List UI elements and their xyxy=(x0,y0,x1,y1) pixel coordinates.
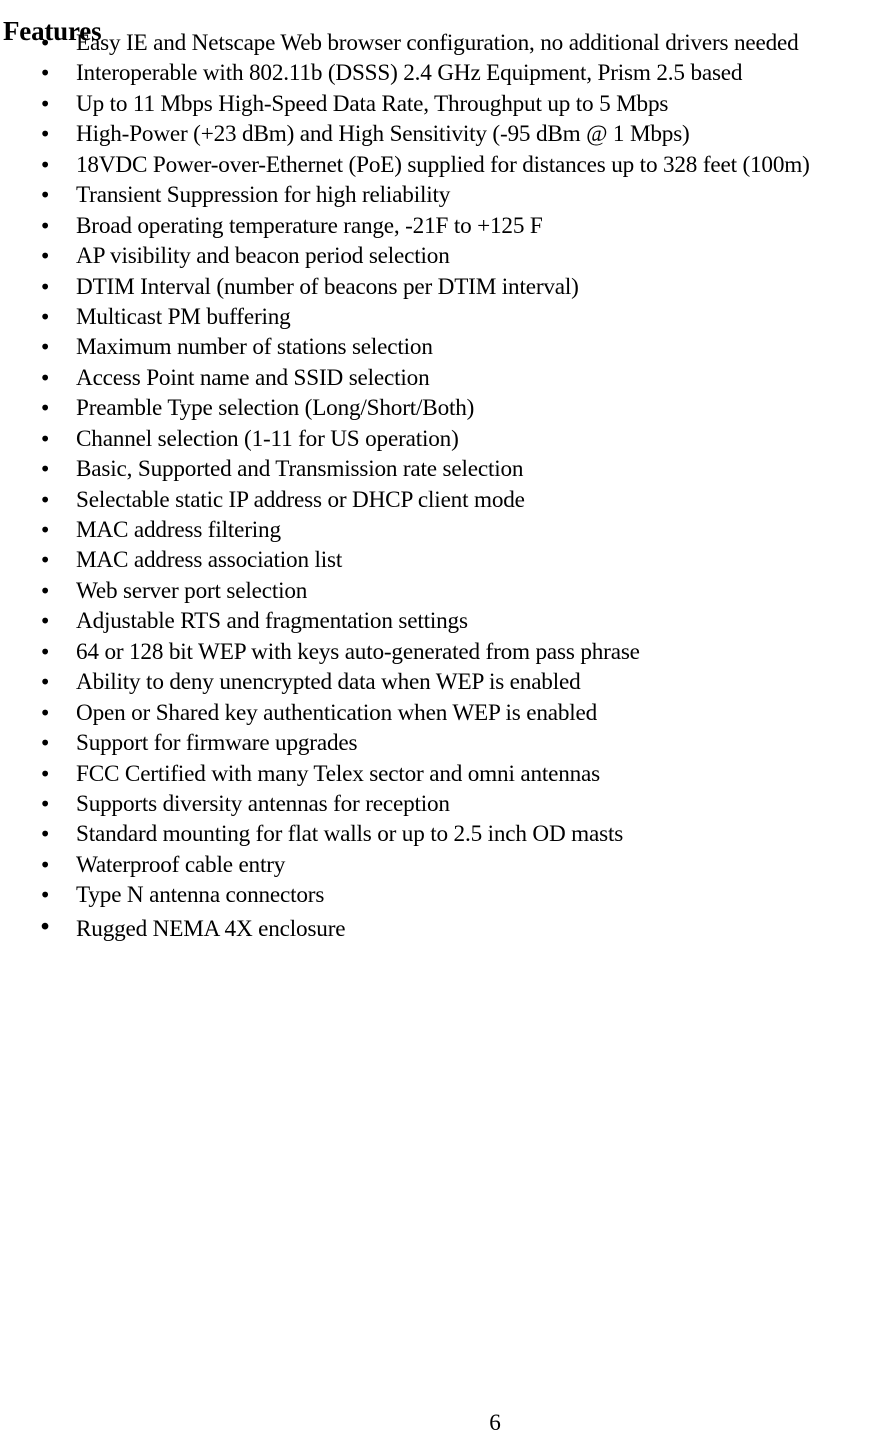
list-item-label: MAC address filtering xyxy=(76,517,281,543)
list-item-label: Channel selection (1-11 for US operation… xyxy=(76,425,459,452)
list-item: • Type N antenna connectors xyxy=(0,880,880,910)
list-item-label: Ability to deny unencrypted data when WE… xyxy=(76,669,581,696)
bullet-icon: • xyxy=(39,822,51,847)
list-item-label: Easy IE and Netscape Web browser configu… xyxy=(76,30,799,56)
bullet-icon: • xyxy=(39,518,51,542)
bullet-icon: • xyxy=(39,426,51,451)
bullet-icon: • xyxy=(39,274,51,299)
list-item-label: 18VDC Power-over-Ethernet (PoE) supplied… xyxy=(76,151,810,178)
list-item: • High-Power (+23 dBm) and High Sensitivi… xyxy=(0,119,880,149)
bullet-icon: • xyxy=(39,244,51,269)
list-item-label: Basic, Supported and Transmission rate s… xyxy=(76,456,524,483)
list-item: • Open or Shared key authentication when … xyxy=(0,698,880,728)
bullet-icon: • xyxy=(39,731,51,756)
bullet-icon: • xyxy=(39,578,51,603)
list-item: • Rugged NEMA 4X enclosure xyxy=(0,911,880,945)
list-item: • 18VDC Power-over-Ethernet (PoE) supplie… xyxy=(0,150,880,180)
list-item-label: Preamble Type selection (Long/Short/Both… xyxy=(76,395,475,422)
list-item-label: Selectable static IP address or DHCP cli… xyxy=(76,486,525,513)
bullet-icon: • xyxy=(39,335,51,360)
list-item: • DTIM Interval (number of beacons per DT… xyxy=(0,272,880,302)
list-item-label: Maximum number of stations selection xyxy=(76,334,433,361)
bullet-icon: • xyxy=(39,639,51,664)
bullet-icon: • xyxy=(39,365,51,390)
bullet-icon: • xyxy=(39,761,51,786)
bullet-icon: • xyxy=(39,152,51,177)
document-page: Features • Easy IE and Netscape Web brows… xyxy=(0,0,880,1443)
bullet-icon: • xyxy=(39,791,51,816)
list-item-label: Adjustable RTS and fragmentation setting… xyxy=(76,608,468,635)
list-item: • Up to 11 Mbps High-Speed Data Rate, Thr… xyxy=(0,89,880,119)
list-item-label: Up to 11 Mbps High-Speed Data Rate, Thro… xyxy=(76,90,669,117)
bullet-icon: • xyxy=(39,670,51,695)
list-item: • Adjustable RTS and fragmentation settin… xyxy=(0,606,880,636)
bullet-icon: • xyxy=(39,61,51,86)
bullet-icon: • xyxy=(39,457,51,482)
list-item-label: High-Power (+23 dBm) and High Sensitivit… xyxy=(76,121,690,148)
list-item: • 64 or 128 bit WEP with keys auto-genera… xyxy=(0,637,880,667)
list-item: • Maximum number of stations selection xyxy=(0,332,880,362)
list-item: • Web server port selection xyxy=(0,576,880,606)
features-list: • Easy IE and Netscape Web browser config… xyxy=(0,28,880,945)
list-item: • Broad operating temperature range, -21F… xyxy=(0,211,880,241)
list-item: • MAC address filtering xyxy=(0,515,880,545)
list-item: • AP visibility and beacon period selecti… xyxy=(0,241,880,271)
list-item: • Supports diversity antennas for recepti… xyxy=(0,789,880,819)
bullet-icon: • xyxy=(39,700,51,725)
list-item: • MAC address association list xyxy=(0,545,880,575)
list-item-label: MAC address association list xyxy=(76,547,343,574)
list-item: • Support for firmware upgrades xyxy=(0,728,880,758)
list-item: • Selectable static IP address or DHCP cl… xyxy=(0,485,880,515)
list-item: • Access Point name and SSID selection xyxy=(0,363,880,393)
list-item-label: Type N antenna connectors xyxy=(76,882,325,909)
bullet-icon: • xyxy=(39,548,51,573)
list-item: • Transient Suppression for high reliabil… xyxy=(0,180,880,210)
list-item: • Multicast PM buffering xyxy=(0,302,880,332)
list-item-label: Standard mounting for flat walls or up t… xyxy=(76,821,624,848)
bullet-icon: • xyxy=(39,31,51,55)
bullet-icon: • xyxy=(38,914,52,941)
list-item: • Standard mounting for flat walls or up … xyxy=(0,819,880,849)
list-item-label: Waterproof cable entry xyxy=(76,851,286,878)
bullet-icon: • xyxy=(39,852,51,877)
list-item: • Basic, Supported and Transmission rate … xyxy=(0,454,880,484)
bullet-icon: • xyxy=(39,883,51,908)
bullet-icon: • xyxy=(39,213,51,238)
list-item-label: Interoperable with 802.11b (DSSS) 2.4 GH… xyxy=(76,60,743,87)
list-item-label: Support for firmware upgrades xyxy=(76,730,358,757)
list-item-label: Open or Shared key authentication when W… xyxy=(76,699,598,726)
list-item-label: Rugged NEMA 4X enclosure xyxy=(76,915,346,942)
bullet-icon: • xyxy=(39,91,51,116)
list-item: • Waterproof cable entry xyxy=(0,850,880,880)
list-item-label: 64 or 128 bit WEP with keys auto-generat… xyxy=(76,638,640,665)
bullet-icon: • xyxy=(39,396,51,421)
list-item-label: Access Point name and SSID selection xyxy=(76,364,430,391)
list-item: • Ability to deny unencrypted data when W… xyxy=(0,667,880,697)
bullet-icon: • xyxy=(39,122,51,147)
list-item-label: Transient Suppression for high reliabili… xyxy=(76,182,451,209)
bullet-icon: • xyxy=(39,487,51,512)
list-item-label: Supports diversity antennas for receptio… xyxy=(76,790,450,817)
bullet-icon: • xyxy=(39,183,51,208)
bullet-icon: • xyxy=(39,609,51,634)
list-item: • Easy IE and Netscape Web browser config… xyxy=(0,28,880,58)
list-item: • Channel selection (1-11 for US operatio… xyxy=(0,424,880,454)
page-number: 6 xyxy=(489,1410,501,1436)
list-item: • Interoperable with 802.11b (DSSS) 2.4 G… xyxy=(0,58,880,88)
list-item-label: Multicast PM buffering xyxy=(76,303,291,330)
list-item: • Preamble Type selection (Long/Short/Bot… xyxy=(0,393,880,423)
list-item-label: FCC Certified with many Telex sector and… xyxy=(76,760,601,787)
bullet-icon: • xyxy=(39,304,51,329)
list-item-label: Web server port selection xyxy=(76,577,308,604)
list-item-label: AP visibility and beacon period selectio… xyxy=(76,243,450,270)
list-item: • FCC Certified with many Telex sector an… xyxy=(0,759,880,789)
list-item-label: DTIM Interval (number of beacons per DTI… xyxy=(76,273,579,300)
list-item-label: Broad operating temperature range, -21F … xyxy=(76,212,543,239)
